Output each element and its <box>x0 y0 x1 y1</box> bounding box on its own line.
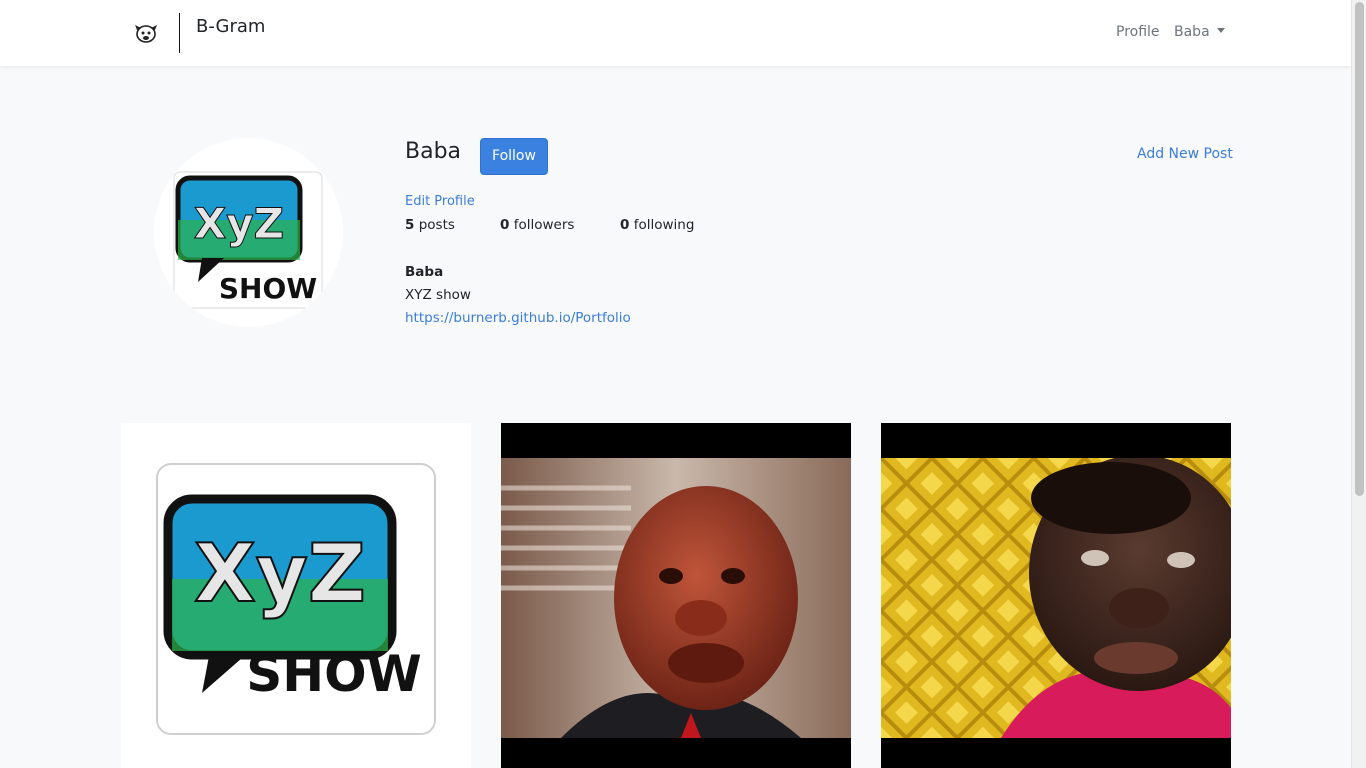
svg-text:SHOW: SHOW <box>219 272 317 305</box>
top-navbar: B-Gram Profile Baba <box>0 0 1351 66</box>
pug-dog-logo-icon[interactable] <box>133 20 159 46</box>
bio-website-link[interactable]: https://burnerb.github.io/Portfolio <box>405 310 631 326</box>
nav-user-dropdown[interactable]: Baba <box>1174 24 1225 40</box>
stat-posts: 5 posts <box>405 217 455 233</box>
follow-button[interactable]: Follow <box>480 138 548 175</box>
stat-following: 0 following <box>620 217 695 233</box>
nav-profile-link[interactable]: Profile <box>1116 24 1160 40</box>
bio-description: XYZ show <box>405 287 471 303</box>
post-thumbnail[interactable] <box>501 423 851 768</box>
vertical-scrollbar[interactable] <box>1351 0 1366 768</box>
puppet-photo <box>881 458 1231 738</box>
svg-text:SHOW: SHOW <box>246 645 422 703</box>
xyz-show-logo: XyZ SHOW <box>173 171 323 309</box>
scrollbar-thumb[interactable] <box>1355 2 1364 496</box>
svg-text:XyZ: XyZ <box>194 527 366 620</box>
add-new-post-link[interactable]: Add New Post <box>1137 146 1233 162</box>
edit-profile-link[interactable]: Edit Profile <box>405 194 475 209</box>
profile-avatar: XyZ SHOW <box>154 138 343 327</box>
caret-down-icon <box>1216 28 1225 33</box>
nav-user-label: Baba <box>1174 24 1210 40</box>
brand-name[interactable]: B-Gram <box>196 16 265 37</box>
bio-title: Baba <box>405 264 444 280</box>
svg-text:XyZ: XyZ <box>194 199 284 248</box>
xyz-show-logo: XyZ SHOW <box>156 463 436 735</box>
stat-followers: 0 followers <box>500 217 575 233</box>
post-thumbnail[interactable] <box>881 423 1231 768</box>
puppet-photo <box>501 458 851 738</box>
brand-divider <box>179 13 180 53</box>
post-thumbnail[interactable]: XyZ SHOW <box>121 423 471 768</box>
profile-username: Baba <box>405 139 462 164</box>
